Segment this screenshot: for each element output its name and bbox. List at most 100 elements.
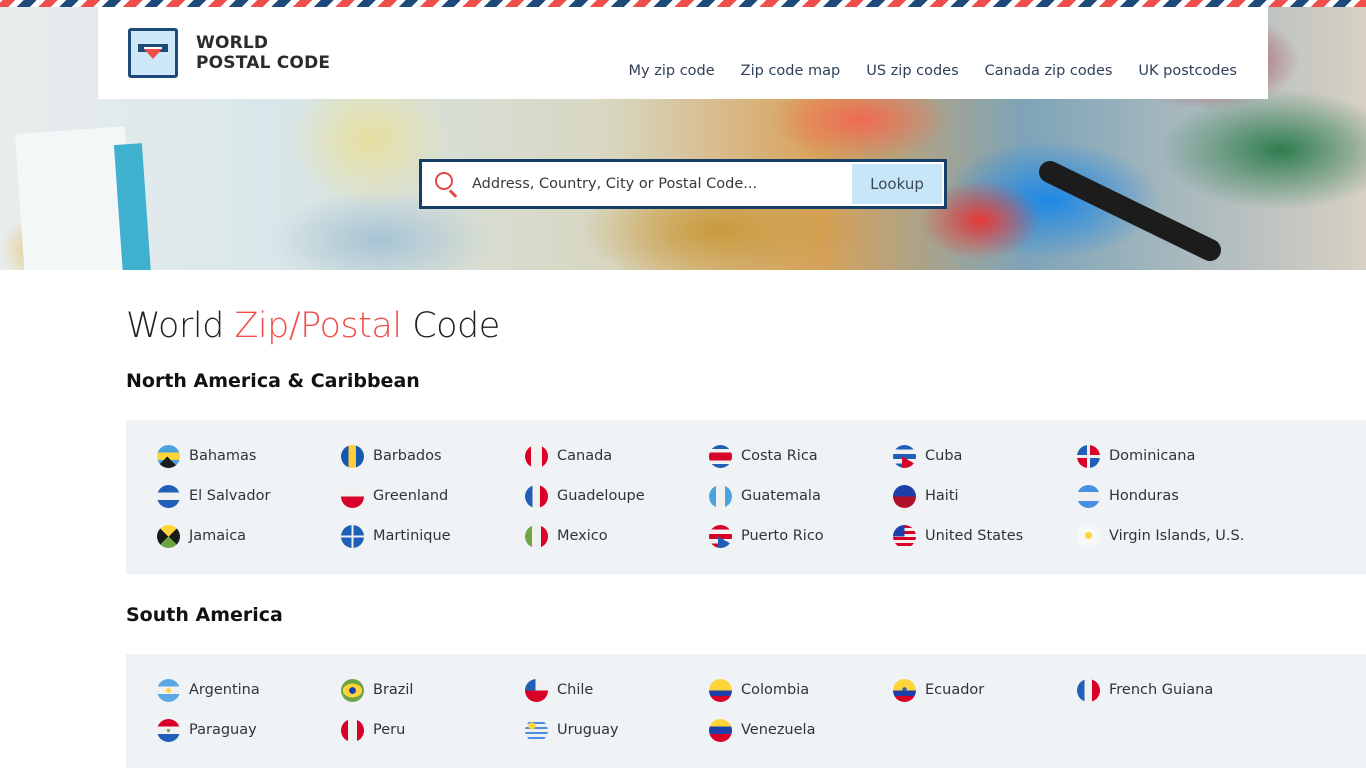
country-name: Dominicana — [1109, 448, 1196, 464]
country-link-canada[interactable]: Canada — [525, 444, 709, 468]
paraguay-flag-icon — [157, 718, 180, 742]
postcard-stripe — [113, 143, 151, 270]
country-name: Chile — [557, 682, 594, 698]
search-icon — [434, 171, 460, 198]
brand-line-2: POSTAL CODE — [196, 53, 331, 73]
country-name: El Salvador — [189, 488, 271, 504]
country-link-venezuela[interactable]: Venezuela — [709, 718, 893, 742]
country-link-ecuador[interactable]: Ecuador — [893, 678, 1077, 702]
venezuela-flag-icon — [709, 718, 732, 742]
country-link-united-states[interactable]: United States — [893, 524, 1077, 548]
nav-us-zip-codes[interactable]: US zip codes — [866, 63, 958, 79]
country-link-jamaica[interactable]: Jamaica — [157, 524, 341, 548]
country-name: United States — [925, 528, 1024, 544]
country-link-el-salvador[interactable]: El Salvador — [157, 484, 341, 508]
country-name: Venezuela — [741, 722, 816, 738]
dominicana-flag-icon — [1077, 444, 1100, 468]
united-states-flag-icon — [893, 524, 916, 548]
country-name: Martinique — [373, 528, 451, 544]
puerto-rico-flag-icon — [709, 524, 732, 548]
brand-line-1: WORLD — [196, 33, 269, 53]
region-heading-south-america: South America — [126, 604, 283, 626]
title-pre: World — [126, 306, 235, 346]
country-name: Ecuador — [925, 682, 985, 698]
country-link-puerto-rico[interactable]: Puerto Rico — [709, 524, 893, 548]
argentina-flag-icon — [157, 678, 180, 702]
nav-canada-zip-codes[interactable]: Canada zip codes — [985, 63, 1113, 79]
cuba-flag-icon — [893, 444, 916, 468]
bahamas-flag-icon — [157, 444, 180, 468]
region-heading-north-america: North America & Caribbean — [126, 370, 420, 392]
nav-my-zip-code[interactable]: My zip code — [629, 63, 715, 79]
country-name: Colombia — [741, 682, 810, 698]
country-link-guadeloupe[interactable]: Guadeloupe — [525, 484, 709, 508]
mexico-flag-icon — [525, 524, 548, 548]
hero-postcard — [14, 126, 151, 270]
nav-zip-code-map[interactable]: Zip code map — [741, 63, 841, 79]
peru-flag-icon — [341, 718, 364, 742]
country-name: Barbados — [373, 448, 442, 464]
barbados-flag-icon — [341, 444, 364, 468]
virgin-islands-us-flag-icon — [1077, 524, 1100, 548]
country-link-cuba[interactable]: Cuba — [893, 444, 1077, 468]
country-link-honduras[interactable]: Honduras — [1077, 484, 1261, 508]
country-name: Uruguay — [557, 722, 619, 738]
country-name: Paraguay — [189, 722, 257, 738]
country-link-virgin-islands-us[interactable]: Virgin Islands, U.S. — [1077, 524, 1261, 548]
country-name: Honduras — [1109, 488, 1179, 504]
country-name: Virgin Islands, U.S. — [1109, 528, 1245, 544]
nav-uk-postcodes[interactable]: UK postcodes — [1138, 63, 1237, 79]
country-link-french-guiana[interactable]: French Guiana — [1077, 678, 1261, 702]
main-nav: My zip code Zip code map US zip codes Ca… — [629, 63, 1237, 79]
ecuador-flag-icon — [893, 678, 916, 702]
country-link-peru[interactable]: Peru — [341, 718, 525, 742]
hero-pen — [1035, 157, 1225, 265]
country-list-south-america: Argentina Brazil Chile Colombia Ecuador Frenc… — [157, 678, 1261, 742]
honduras-flag-icon — [1077, 484, 1100, 508]
chile-flag-icon — [525, 678, 548, 702]
title-accent: Zip/Postal — [234, 306, 402, 346]
lookup-button[interactable]: Lookup — [852, 164, 942, 204]
country-link-guatemala[interactable]: Guatemala — [709, 484, 893, 508]
country-link-chile[interactable]: Chile — [525, 678, 709, 702]
country-link-barbados[interactable]: Barbados — [341, 444, 525, 468]
country-name: Haiti — [925, 488, 959, 504]
country-link-colombia[interactable]: Colombia — [709, 678, 893, 702]
guatemala-flag-icon — [709, 484, 732, 508]
country-name: Jamaica — [189, 528, 247, 544]
uruguay-flag-icon — [525, 718, 548, 742]
search-form: Lookup — [419, 159, 947, 209]
brand-name: WORLD POSTAL CODE — [196, 33, 330, 73]
country-name: French Guiana — [1109, 682, 1214, 698]
title-post: Code — [401, 306, 500, 346]
country-link-dominicana[interactable]: Dominicana — [1077, 444, 1261, 468]
country-name: Greenland — [373, 488, 449, 504]
canada-flag-icon — [525, 444, 548, 468]
guadeloupe-flag-icon — [525, 484, 548, 508]
country-link-mexico[interactable]: Mexico — [525, 524, 709, 548]
logo-triangle — [144, 49, 162, 59]
colombia-flag-icon — [709, 678, 732, 702]
site-logo[interactable]: WORLD POSTAL CODE — [128, 28, 330, 78]
site-header: WORLD POSTAL CODE My zip code Zip code m… — [98, 7, 1268, 99]
country-link-paraguay[interactable]: Paraguay — [157, 718, 341, 742]
country-link-martinique[interactable]: Martinique — [341, 524, 525, 548]
country-name: Cuba — [925, 448, 963, 464]
country-link-haiti[interactable]: Haiti — [893, 484, 1077, 508]
greenland-flag-icon — [341, 484, 364, 508]
country-link-costa-rica[interactable]: Costa Rica — [709, 444, 893, 468]
country-link-bahamas[interactable]: Bahamas — [157, 444, 341, 468]
country-name: Costa Rica — [741, 448, 818, 464]
brazil-flag-icon — [341, 678, 364, 702]
country-name: Peru — [373, 722, 406, 738]
country-link-brazil[interactable]: Brazil — [341, 678, 525, 702]
country-name: Canada — [557, 448, 613, 464]
search-input[interactable] — [460, 162, 852, 206]
french-guiana-flag-icon — [1077, 678, 1100, 702]
page-title: World Zip/Postal Code — [126, 306, 500, 346]
costa-rica-flag-icon — [709, 444, 732, 468]
country-link-greenland[interactable]: Greenland — [341, 484, 525, 508]
airmail-border — [0, 0, 1366, 7]
country-link-argentina[interactable]: Argentina — [157, 678, 341, 702]
country-link-uruguay[interactable]: Uruguay — [525, 718, 709, 742]
